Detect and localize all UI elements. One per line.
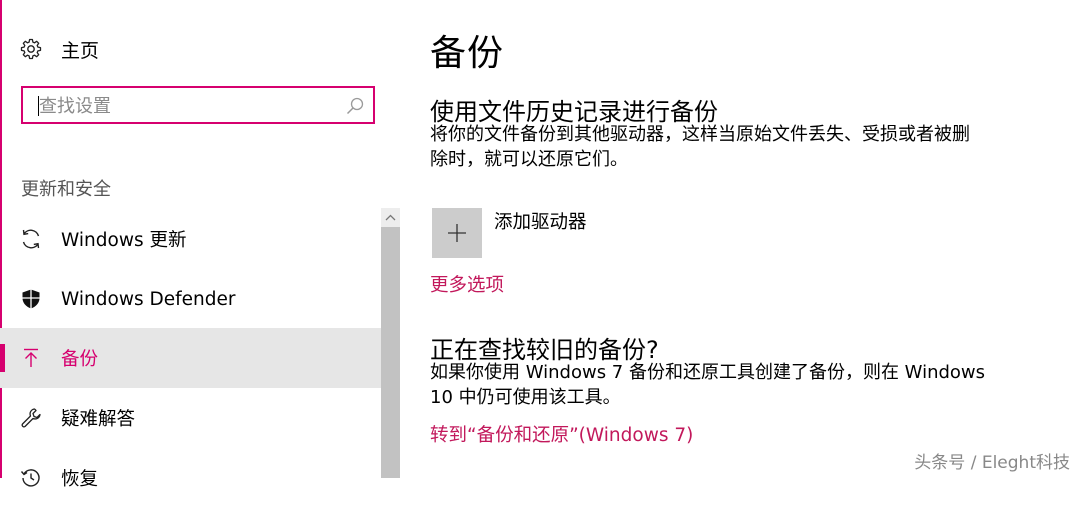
older-backup-description: 如果你使用 Windows 7 备份和还原工具创建了备份，则在 Windows … [430,362,986,408]
sidebar-item-backup[interactable]: 备份 [0,328,381,388]
wrench-icon [20,407,42,429]
page-title: 备份 [430,33,505,74]
section-title: 更新和安全 [21,179,111,200]
sidebar-item-recovery[interactable]: 恢复 [0,448,381,508]
sidebar-item-label: 疑难解答 [61,409,136,430]
history-icon [20,467,42,489]
backup-restore-win7-link[interactable]: 转到“备份和还原”(Windows 7) [430,421,693,447]
sidebar-item-label: 备份 [61,349,99,370]
file-history-description: 将你的文件备份到其他驱动器，这样当原始文件丢失、受损或者被删除时，就可以还原它们… [430,124,970,170]
sidebar-item-troubleshoot[interactable]: 疑难解答 [0,388,381,448]
sidebar-item-windows-update[interactable]: Windows 更新 [0,209,381,269]
scroll-up-button[interactable] [381,208,400,227]
sidebar-item-label: 恢复 [61,469,99,490]
search-input[interactable] [39,93,339,119]
search-box[interactable] [21,86,375,124]
add-drive-button[interactable] [432,208,482,258]
watermark: 头条号 / Eleght科技 [914,453,1070,473]
home-nav-item[interactable]: 主页 [20,36,99,62]
selection-indicator [0,344,5,372]
search-icon[interactable] [345,96,365,116]
gear-icon [20,38,42,60]
main-content: 备份 使用文件历史记录进行备份 将你的文件备份到其他驱动器，这样当原始文件丢失、… [430,0,1070,478]
sidebar-item-windows-defender[interactable]: Windows Defender [0,269,381,329]
sync-icon [20,228,42,250]
shield-icon [20,288,42,310]
chevron-up-icon [385,214,396,221]
scrollbar-thumb[interactable] [381,227,400,478]
home-label: 主页 [61,39,100,62]
sidebar: 主页 更新和安全 Windows 更新 [0,0,400,490]
plus-icon [446,222,468,244]
add-drive-label[interactable]: 添加驱动器 [494,208,587,234]
upload-arrow-icon [20,347,42,369]
sidebar-item-label: Windows 更新 [61,230,187,251]
more-options-link[interactable]: 更多选项 [430,271,504,297]
sidebar-scrollbar[interactable] [381,208,400,478]
sidebar-item-label: Windows Defender [61,288,236,310]
